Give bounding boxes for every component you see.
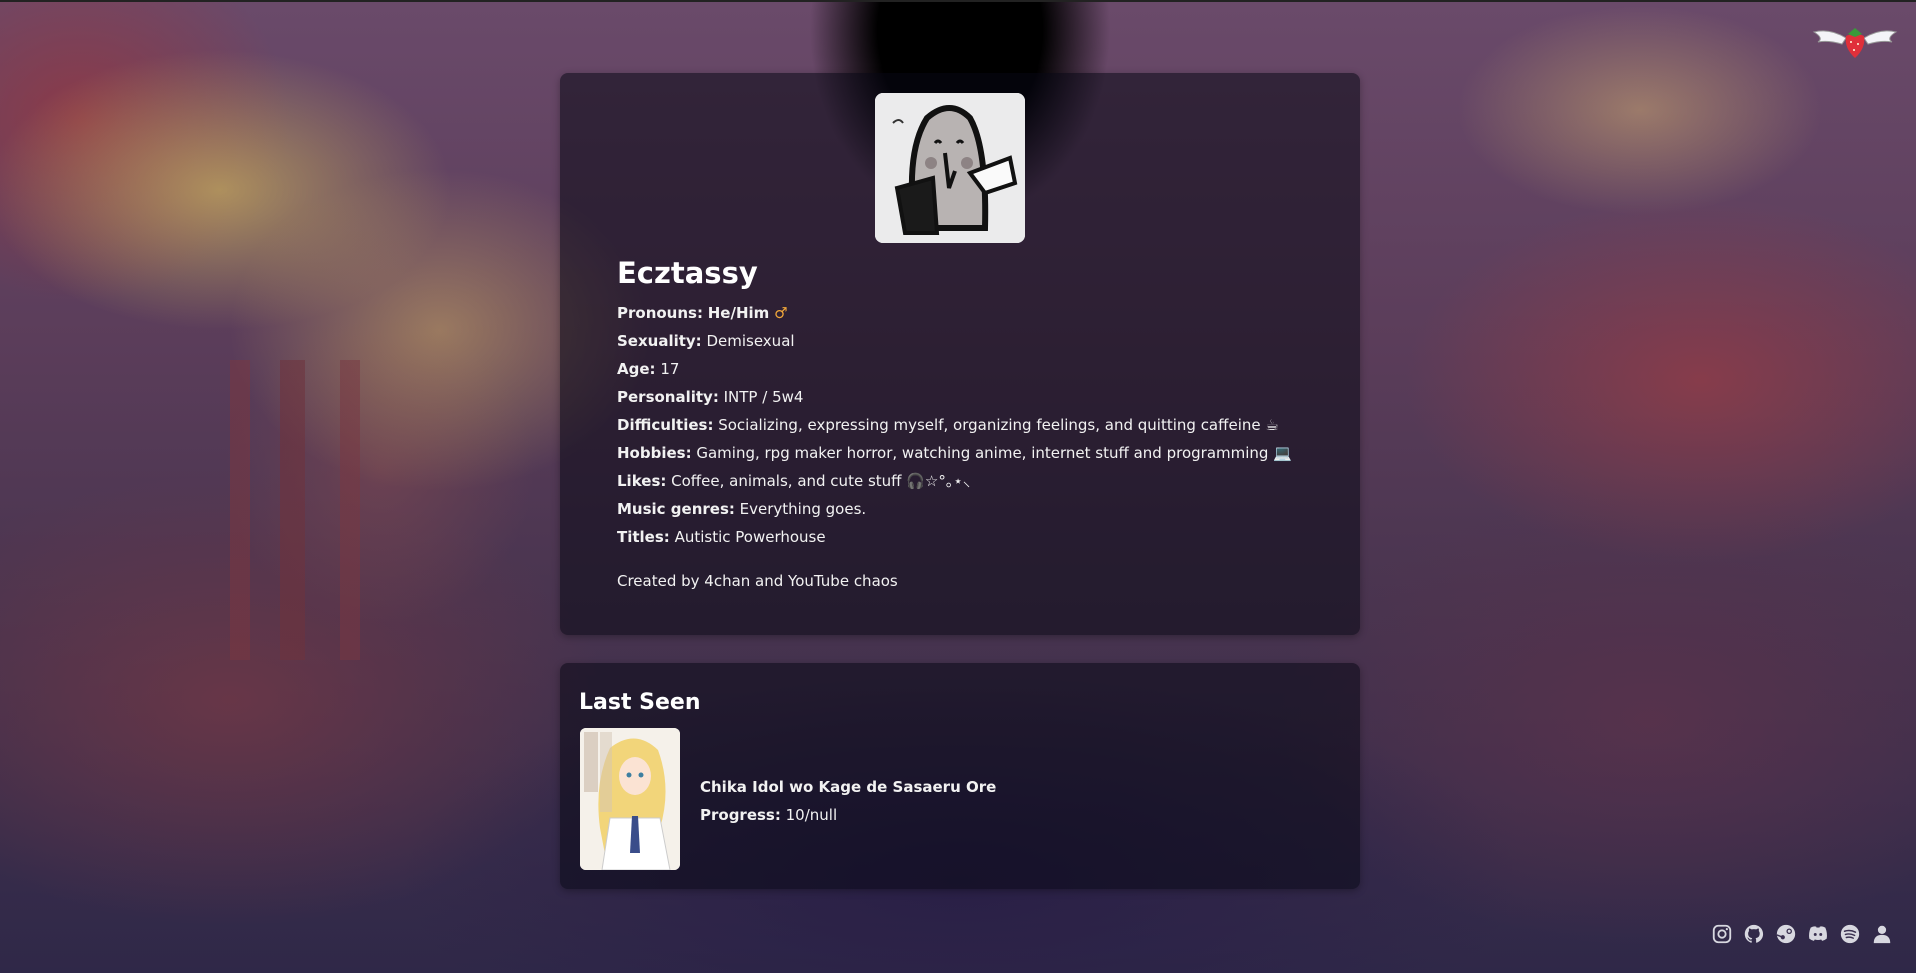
age-row: Age: 17	[617, 355, 1337, 383]
progress-value: 10/null	[785, 806, 838, 824]
field-label: Music genres:	[617, 500, 735, 518]
credit-text: Created by 4chan and YouTube chaos	[617, 572, 898, 590]
spotify-icon[interactable]	[1838, 922, 1862, 946]
steam-icon[interactable]	[1774, 922, 1798, 946]
field-value: INTP / 5w4	[723, 388, 804, 406]
titles-row: Titles: Autistic Powerhouse	[617, 523, 1337, 551]
field-label: Titles:	[617, 528, 670, 546]
manga-title[interactable]: Chika Idol wo Kage de Sasaeru Ore	[700, 773, 996, 801]
field-value: Everything goes.	[739, 500, 867, 518]
field-value: Gaming, rpg maker horror, watching anime…	[696, 444, 1292, 462]
avatar-drawing	[875, 93, 1025, 243]
sexuality-row: Sexuality: Demisexual	[617, 327, 1337, 355]
cover-art	[580, 728, 680, 870]
field-value: Socializing, expressing myself, organizi…	[718, 416, 1279, 434]
manga-cover-image[interactable]	[580, 728, 680, 870]
last-seen-card: Last Seen Chika Idol wo Kage de Sasaeru …	[560, 663, 1360, 889]
background-castle	[210, 360, 470, 660]
likes-row: Likes: Coffee, animals, and cute stuff 🎧…	[617, 467, 1337, 495]
profile-card: Ecztassy Pronouns: He/Him ♂ Sexuality: D…	[560, 73, 1360, 635]
field-value: 17	[660, 360, 680, 378]
avatar	[875, 93, 1025, 243]
github-icon[interactable]	[1742, 922, 1766, 946]
personality-row: Personality: INTP / 5w4	[617, 383, 1337, 411]
field-label: Likes:	[617, 472, 667, 490]
field-label: Difficulties:	[617, 416, 714, 434]
pronouns-value: He/Him	[707, 304, 770, 322]
field-label: Age:	[617, 360, 656, 378]
profile-info: Ecztassy Pronouns: He/Him ♂ Sexuality: D…	[617, 256, 1337, 590]
top-border	[0, 0, 1916, 2]
user-icon[interactable]	[1870, 922, 1894, 946]
pronouns-row: Pronouns: He/Him ♂	[617, 299, 1337, 327]
field-value: Coffee, animals, and cute stuff 🎧☆°｡⋆⸜	[671, 472, 971, 490]
last-seen-info: Chika Idol wo Kage de Sasaeru Ore Progre…	[700, 773, 996, 829]
field-value: Autistic Powerhouse	[674, 528, 826, 546]
pronouns-label: Pronouns:	[617, 304, 703, 322]
field-value: Demisexual	[706, 332, 795, 350]
field-label: Hobbies:	[617, 444, 692, 462]
difficulties-row: Difficulties: Socializing, expressing my…	[617, 411, 1337, 439]
instagram-icon[interactable]	[1710, 922, 1734, 946]
social-links	[1710, 922, 1894, 946]
winged-strawberry-icon[interactable]	[1810, 22, 1900, 62]
progress-label: Progress:	[700, 806, 781, 824]
progress-row: Progress: 10/null	[700, 801, 996, 829]
last-seen-title: Last Seen	[579, 690, 701, 715]
discord-icon[interactable]	[1806, 922, 1830, 946]
music-genres-row: Music genres: Everything goes.	[617, 495, 1337, 523]
field-label: Sexuality:	[617, 332, 702, 350]
field-label: Personality:	[617, 388, 719, 406]
male-symbol-icon: ♂	[774, 304, 788, 322]
hobbies-row: Hobbies: Gaming, rpg maker horror, watch…	[617, 439, 1337, 467]
profile-name: Ecztassy	[617, 256, 758, 290]
